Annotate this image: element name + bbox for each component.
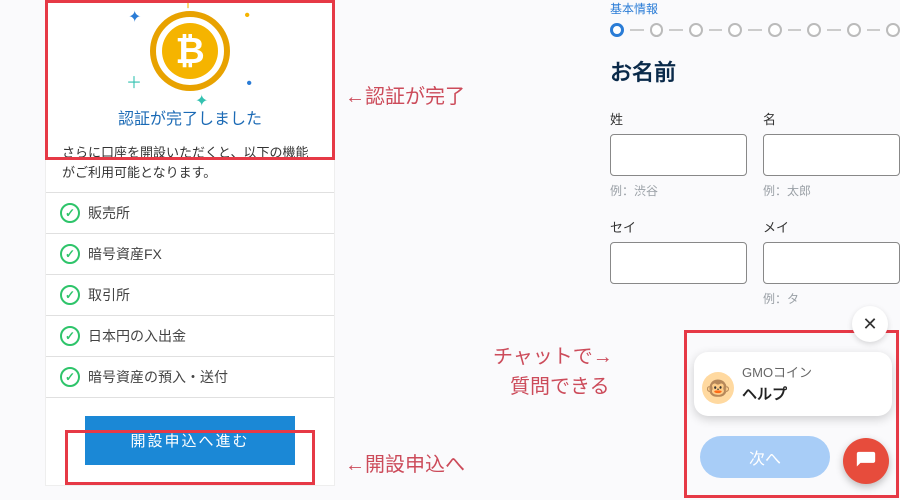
check-icon: ✓ — [60, 367, 80, 387]
left-panel: ₿ ✦ • ＋ • ＋ ✦ 認証が完了しました さらに口座を開設いただくと、以下… — [45, 0, 335, 486]
close-icon: ✕ — [862, 314, 877, 335]
next-button[interactable]: 次へ — [700, 436, 830, 478]
bitcoin-icon: ₿ ✦ • ＋ • ＋ ✦ — [150, 11, 230, 91]
sparkle-icon: ✦ — [128, 7, 141, 27]
section-label: 基本情報 — [610, 0, 900, 17]
annotation-auth-done: ←認証が完了 — [345, 80, 465, 109]
form-title: お名前 — [610, 55, 900, 87]
check-icon: ✓ — [60, 285, 80, 305]
label-mei-kana: メイ — [763, 217, 900, 236]
feature-label: 販売所 — [88, 203, 130, 223]
input-mei[interactable] — [763, 134, 900, 176]
step-dash — [867, 29, 881, 31]
step-dash — [630, 29, 644, 31]
chat-icon — [855, 450, 877, 472]
step-dot — [847, 23, 861, 37]
progress-dots — [610, 23, 900, 37]
label-sei-kana: セイ — [610, 217, 747, 236]
step-dot — [886, 23, 900, 37]
list-item: ✓ 暗号資産FX — [46, 234, 334, 275]
check-icon: ✓ — [60, 203, 80, 223]
sparkle-icon: ＋ — [180, 0, 196, 13]
sub-description: さらに口座を開設いただくと、以下の機能がご利用可能となります。 — [46, 137, 334, 192]
chat-bubble[interactable]: 🐵 GMOコイン ヘルプ — [694, 352, 892, 416]
step-dash — [748, 29, 762, 31]
step-dot — [650, 23, 664, 37]
step-dash — [827, 29, 841, 31]
right-form-panel: 基本情報 お名前 姓 例：渋谷 名 例：太郎 セイ メイ — [610, 0, 900, 325]
sparkle-icon: • — [244, 7, 250, 25]
sparkle-icon: ✦ — [195, 91, 208, 111]
input-sei[interactable] — [610, 134, 747, 176]
annotation-chat-1: チャットで→ — [493, 340, 613, 369]
step-dot — [807, 23, 821, 37]
feature-list: ✓ 販売所 ✓ 暗号資産FX ✓ 取引所 ✓ 日本円の入出金 ✓ 暗号資産の預入・送付 — [46, 192, 334, 398]
chat-launcher-button[interactable] — [843, 438, 889, 484]
step-dash — [669, 29, 683, 31]
list-item: ✓ 販売所 — [46, 193, 334, 234]
avatar-icon: 🐵 — [702, 372, 734, 404]
step-dash — [788, 29, 802, 31]
chat-title: GMOコイン — [742, 362, 880, 381]
chat-message: ヘルプ — [742, 383, 880, 404]
hint-mei: 例：太郎 — [763, 182, 900, 199]
input-mei-kana[interactable] — [763, 242, 900, 284]
apply-button[interactable]: 開設申込へ進む — [85, 416, 295, 465]
chat-close-button[interactable]: ✕ — [852, 306, 888, 342]
list-item: ✓ 暗号資産の預入・送付 — [46, 357, 334, 398]
input-sei-kana[interactable] — [610, 242, 747, 284]
check-icon: ✓ — [60, 244, 80, 264]
label-sei: 姓 — [610, 109, 747, 128]
step-dot-active — [610, 23, 624, 37]
sparkle-icon: • — [246, 75, 252, 93]
hint-mei-kana: 例：タ — [763, 290, 900, 307]
feature-label: 暗号資産の預入・送付 — [88, 367, 228, 387]
auth-complete-text: 認証が完了しました — [46, 105, 334, 129]
hint-sei: 例：渋谷 — [610, 182, 747, 199]
sparkle-icon: ＋ — [126, 69, 142, 93]
annotation-apply: ←開設申込へ — [345, 448, 465, 477]
step-dot — [728, 23, 742, 37]
step-dot — [768, 23, 782, 37]
feature-label: 取引所 — [88, 285, 130, 305]
step-dash — [709, 29, 723, 31]
badge-area: ₿ ✦ • ＋ • ＋ ✦ 認証が完了しました — [46, 1, 334, 137]
label-mei: 名 — [763, 109, 900, 128]
bitcoin-glyph: ₿ — [162, 23, 218, 79]
annotation-chat-2: 質問できる — [510, 370, 610, 399]
feature-label: 暗号資産FX — [88, 244, 162, 264]
step-dot — [689, 23, 703, 37]
list-item: ✓ 取引所 — [46, 275, 334, 316]
feature-label: 日本円の入出金 — [88, 326, 186, 346]
check-icon: ✓ — [60, 326, 80, 346]
list-item: ✓ 日本円の入出金 — [46, 316, 334, 357]
